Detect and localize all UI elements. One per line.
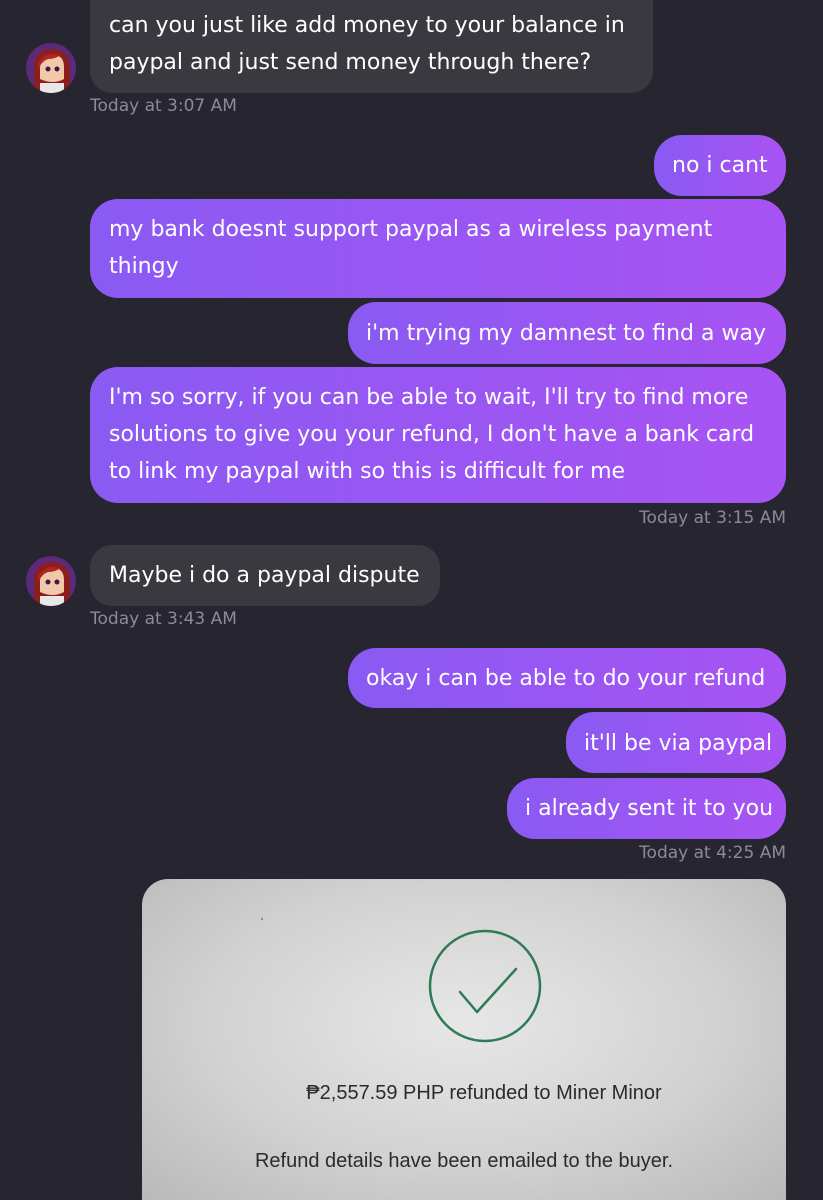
message-text: okay i can be able to do your refund (366, 666, 766, 691)
outgoing-message-bubble[interactable]: I'm so sorry, if you can be able to wait… (90, 367, 786, 503)
message-text: can you just like add money to your bala… (109, 13, 625, 75)
avatar-image (26, 556, 76, 606)
avatar-image (26, 43, 76, 93)
outgoing-message-bubble[interactable]: it'll be via paypal (566, 712, 786, 773)
message-text: I'm so sorry, if you can be able to wait… (109, 385, 755, 484)
message-text: it'll be via paypal (584, 731, 773, 756)
message-timestamp: Today at 3:07 AM (90, 96, 237, 116)
outgoing-message-bubble[interactable]: my bank doesnt support paypal as a wirel… (90, 199, 786, 298)
refund-amount-text: ₱2,557.59 PHP refunded to Miner Minor (306, 1082, 662, 1104)
incoming-message-bubble[interactable]: Maybe i do a paypal dispute (90, 545, 440, 606)
incoming-message-bubble[interactable]: can you just like add money to your bala… (90, 0, 653, 93)
message-text: no i cant (672, 153, 768, 178)
sender-avatar[interactable] (26, 556, 76, 606)
message-text: i'm trying my damnest to find a way (366, 321, 766, 346)
outgoing-message-bubble[interactable]: i already sent it to you (507, 778, 786, 839)
message-timestamp: Today at 3:43 AM (90, 609, 237, 629)
outgoing-message-bubble[interactable]: i'm trying my damnest to find a way (348, 302, 786, 364)
message-text: my bank doesnt support paypal as a wirel… (109, 217, 713, 279)
outgoing-message-bubble[interactable]: no i cant (654, 135, 786, 196)
message-timestamp: Today at 3:15 AM (639, 508, 786, 528)
image-attachment[interactable]: ₱2,557.59 PHP refunded to Miner Minor Re… (142, 879, 786, 1200)
message-timestamp: Today at 4:25 AM (639, 843, 786, 863)
message-text: i already sent it to you (525, 796, 774, 821)
message-text: Maybe i do a paypal dispute (109, 563, 420, 588)
refund-details-text: Refund details have been emailed to the … (254, 1150, 674, 1172)
outgoing-message-bubble[interactable]: okay i can be able to do your refund (348, 648, 786, 708)
sender-avatar[interactable] (26, 43, 76, 93)
